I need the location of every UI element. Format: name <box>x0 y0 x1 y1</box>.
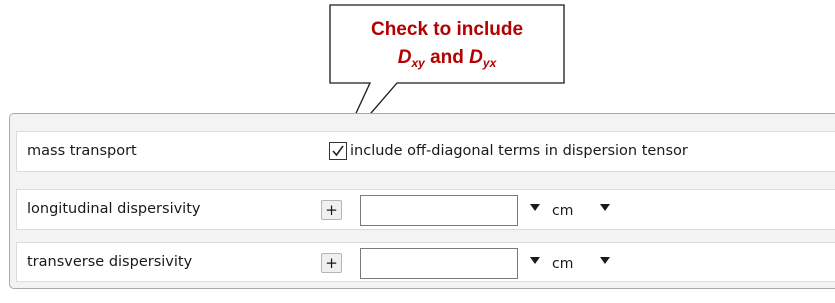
settings-panel: mass transport include off-diagonal term… <box>9 113 835 289</box>
transverse-unit-dropdown-icon[interactable] <box>600 257 610 264</box>
longitudinal-dispersivity-input[interactable] <box>360 195 518 226</box>
transverse-expand-button[interactable]: + <box>321 253 342 273</box>
transverse-dispersivity-input[interactable] <box>360 248 518 279</box>
longitudinal-unit-dropdown-icon[interactable] <box>600 204 610 211</box>
longitudinal-expand-button[interactable]: + <box>321 200 342 220</box>
transverse-dispersivity-row: transverse dispersivity + cm <box>16 242 835 282</box>
checkmark-icon <box>332 145 344 157</box>
longitudinal-dispersivity-row: longitudinal dispersivity + cm <box>16 189 835 230</box>
transverse-dispersivity-label: transverse dispersivity <box>27 254 193 270</box>
callout-line2: Dxy and Dyx <box>397 47 497 70</box>
transverse-value-dropdown-icon[interactable] <box>530 257 540 264</box>
longitudinal-dispersivity-label: longitudinal dispersivity <box>27 201 201 217</box>
longitudinal-value-dropdown-icon[interactable] <box>530 204 540 211</box>
off-diagonal-checkbox[interactable] <box>329 142 347 160</box>
off-diagonal-checkbox-label[interactable]: include off-diagonal terms in dispersion… <box>350 143 688 159</box>
transverse-unit[interactable]: cm <box>552 256 573 272</box>
mass-transport-row: mass transport include off-diagonal term… <box>16 131 835 172</box>
callout-text: Check to include Dxy and Dyx <box>330 16 564 72</box>
longitudinal-unit[interactable]: cm <box>552 203 573 219</box>
callout-line1: Check to include <box>370 19 524 40</box>
mass-transport-label: mass transport <box>27 143 137 159</box>
